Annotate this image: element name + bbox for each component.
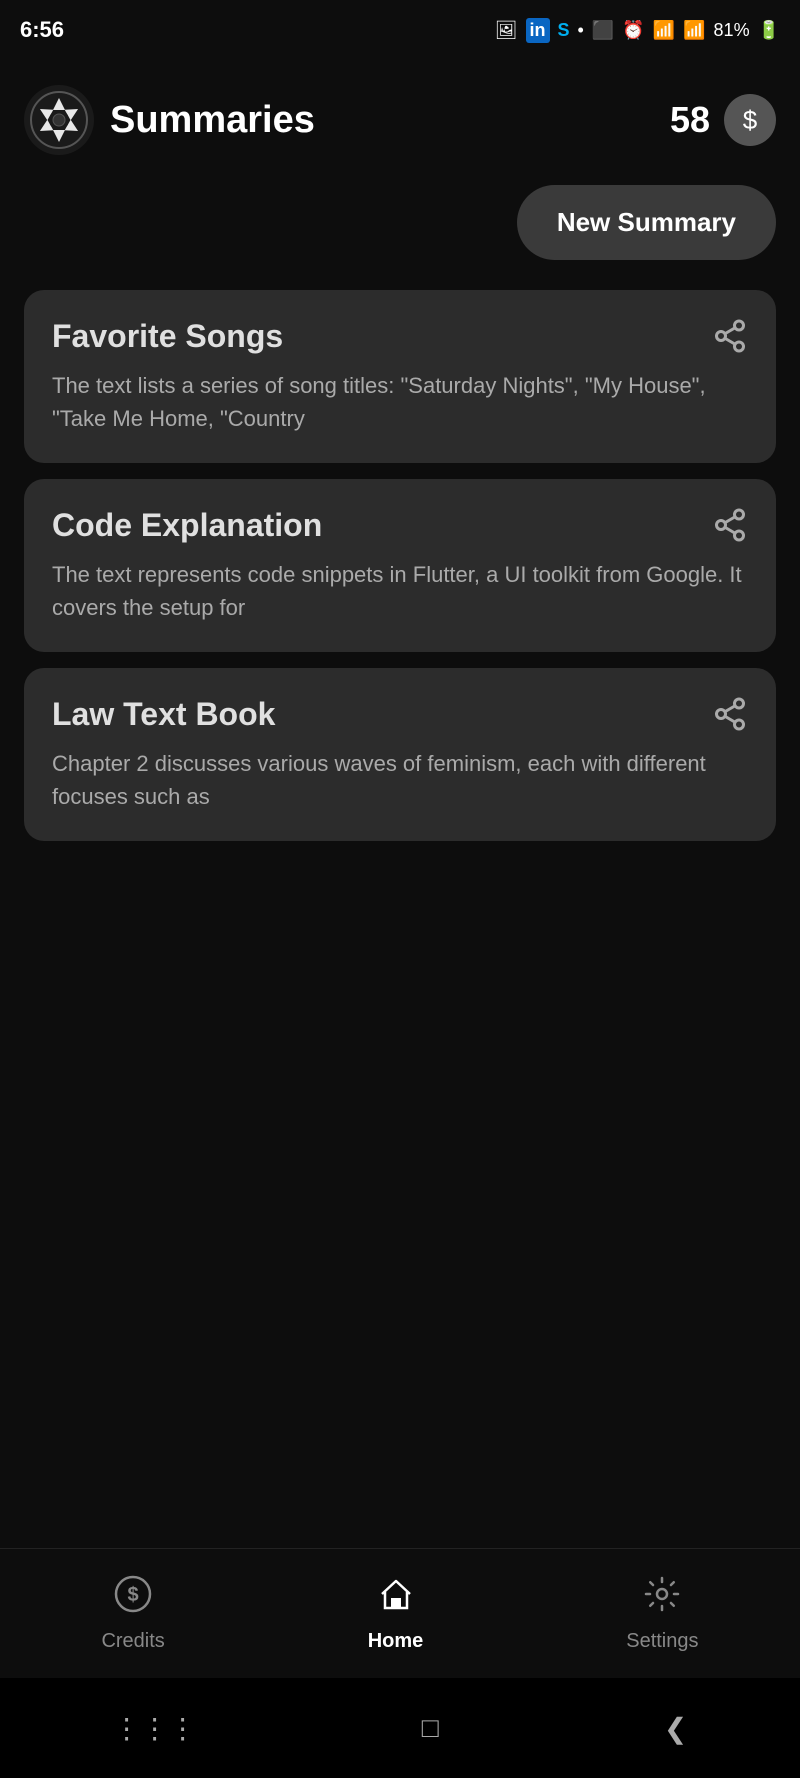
card-description-3: Chapter 2 discusses various waves of fem… — [52, 747, 748, 813]
share-icon-1[interactable] — [712, 318, 748, 354]
card-title-1: Favorite Songs — [52, 318, 712, 355]
alarm-icon: ⏰ — [622, 20, 644, 41]
cards-container: Favorite Songs The text lists a series o… — [0, 280, 800, 851]
share-icon-2[interactable] — [712, 507, 748, 543]
nav-label-settings: Settings — [626, 1630, 698, 1653]
back-button[interactable]: ❮ — [664, 1712, 687, 1745]
card-header-2: Code Explanation — [52, 507, 748, 544]
nav-item-credits[interactable]: $ Credits — [71, 1565, 194, 1663]
battery-text: 81% — [714, 20, 750, 41]
summary-card-2[interactable]: Code Explanation The text represents cod… — [24, 479, 776, 652]
recent-apps-button[interactable]: ⋮⋮⋮ — [113, 1712, 197, 1745]
new-summary-container: New Summary — [0, 175, 800, 280]
skype-icon: S — [558, 20, 570, 41]
summary-card-3[interactable]: Law Text Book Chapter 2 discusses variou… — [24, 668, 776, 841]
card-description-1: The text lists a series of song titles: … — [52, 369, 748, 435]
linkedin-icon: in — [526, 18, 550, 43]
new-summary-button[interactable]: New Summary — [517, 185, 776, 260]
card-title-3: Law Text Book — [52, 696, 712, 733]
card-description-2: The text represents code snippets in Flu… — [52, 558, 748, 624]
status-icons: 🖼 in S • ⬛ ⏰ 📶 📶 81% 🔋 — [495, 18, 780, 43]
wifi-icon: 📶 — [653, 20, 675, 41]
card-header-1: Favorite Songs — [52, 318, 748, 355]
nav-label-credits: Credits — [101, 1630, 164, 1653]
nav-item-home[interactable]: Home — [338, 1565, 454, 1663]
home-nav-icon — [377, 1575, 415, 1622]
svg-text:$: $ — [128, 1584, 139, 1606]
card-header-3: Law Text Book — [52, 696, 748, 733]
header: Summaries 58 $ — [0, 55, 800, 175]
summary-card-1[interactable]: Favorite Songs The text lists a series o… — [24, 290, 776, 463]
nav-label-home: Home — [368, 1630, 424, 1653]
system-nav: ⋮⋮⋮ □ ❮ — [0, 1678, 800, 1778]
photo-icon: 🖼 — [495, 20, 518, 41]
nav-item-settings[interactable]: Settings — [596, 1565, 728, 1663]
home-button[interactable]: □ — [422, 1712, 439, 1744]
header-right: 58 $ — [670, 94, 776, 146]
storage-icon: ⬛ — [592, 20, 614, 41]
app-logo — [24, 85, 94, 155]
battery-icon: 🔋 — [758, 20, 780, 41]
settings-nav-icon — [643, 1575, 681, 1622]
app-title: Summaries — [110, 99, 315, 142]
dot-icon: • — [578, 20, 584, 41]
signal-icon: 📶 — [683, 20, 705, 41]
credits-count: 58 — [670, 99, 710, 141]
credits-nav-icon: $ — [114, 1575, 152, 1622]
share-icon-3[interactable] — [712, 696, 748, 732]
status-time: 6:56 — [20, 17, 64, 43]
dollar-badge[interactable]: $ — [724, 94, 776, 146]
bottom-nav: $ Credits Home Settings — [0, 1548, 800, 1678]
status-bar: 6:56 🖼 in S • ⬛ ⏰ 📶 📶 81% 🔋 — [0, 0, 800, 55]
dollar-icon: $ — [743, 105, 757, 136]
card-title-2: Code Explanation — [52, 507, 712, 544]
header-left: Summaries — [24, 85, 315, 155]
